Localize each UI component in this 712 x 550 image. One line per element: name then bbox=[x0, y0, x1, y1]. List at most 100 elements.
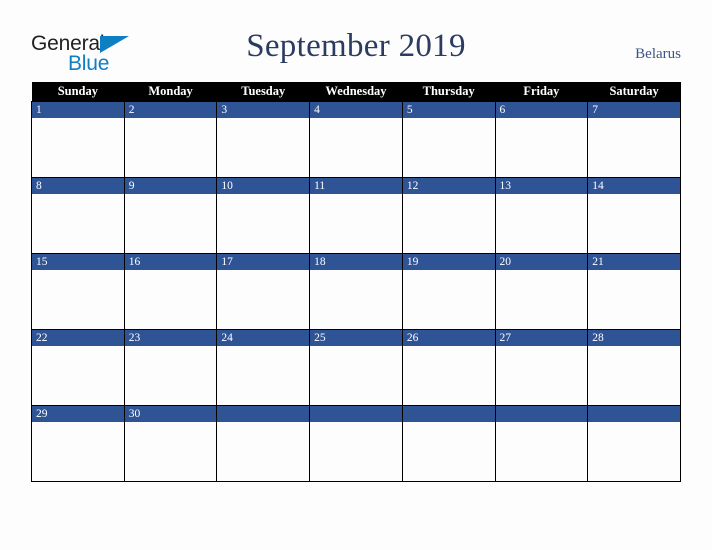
calendar-day-cell[interactable]: 28 bbox=[587, 329, 681, 406]
day-notes-area[interactable] bbox=[496, 422, 588, 481]
day-notes-area[interactable] bbox=[310, 346, 402, 405]
calendar-day-cell[interactable]: 3 bbox=[216, 101, 311, 178]
day-notes-area[interactable] bbox=[588, 422, 680, 481]
calendar-day-cell[interactable]: 18 bbox=[309, 253, 403, 330]
day-notes-area[interactable] bbox=[217, 118, 309, 177]
weekday-header-sunday: Sunday bbox=[31, 82, 125, 102]
day-notes-area[interactable] bbox=[403, 118, 495, 177]
day-number: 1 bbox=[32, 102, 124, 118]
day-notes-area[interactable] bbox=[32, 422, 124, 481]
calendar-day-cell[interactable]: 9 bbox=[123, 177, 218, 254]
day-number: 19 bbox=[402, 254, 495, 270]
calendar-day-cell[interactable]: 21 bbox=[587, 253, 681, 330]
page-title: September 2019 bbox=[246, 28, 466, 64]
calendar-day-cell[interactable]: 12 bbox=[401, 177, 496, 254]
day-notes-area[interactable] bbox=[217, 422, 309, 481]
day-number: 15 bbox=[32, 254, 124, 270]
day-notes-area[interactable] bbox=[32, 270, 124, 329]
calendar-day-cell-empty[interactable] bbox=[216, 405, 311, 482]
day-notes-area[interactable] bbox=[217, 194, 309, 253]
day-notes-area[interactable] bbox=[403, 422, 495, 481]
day-notes-area[interactable] bbox=[496, 194, 588, 253]
day-notes-area[interactable] bbox=[310, 270, 402, 329]
day-number: 22 bbox=[32, 330, 124, 346]
day-number: 18 bbox=[310, 254, 402, 270]
calendar-day-cell[interactable]: 17 bbox=[216, 253, 311, 330]
calendar-day-cell[interactable]: 11 bbox=[309, 177, 403, 254]
day-number: 30 bbox=[124, 406, 217, 422]
day-notes-area[interactable] bbox=[217, 270, 309, 329]
calendar-day-cell[interactable]: 1 bbox=[31, 101, 125, 178]
calendar-day-cell[interactable]: 30 bbox=[123, 405, 218, 482]
calendar-day-cell[interactable]: 27 bbox=[494, 329, 589, 406]
day-notes-area[interactable] bbox=[588, 346, 680, 405]
day-number bbox=[402, 406, 495, 422]
day-notes-area[interactable] bbox=[32, 194, 124, 253]
calendar-day-cell[interactable]: 25 bbox=[309, 329, 403, 406]
calendar-day-cell[interactable]: 23 bbox=[123, 329, 218, 406]
day-notes-area[interactable] bbox=[125, 270, 217, 329]
day-number: 10 bbox=[217, 178, 310, 194]
day-notes-area[interactable] bbox=[496, 346, 588, 405]
weekday-header-wednesday: Wednesday bbox=[309, 82, 403, 102]
calendar-day-cell[interactable]: 19 bbox=[401, 253, 496, 330]
country-label: Belarus bbox=[635, 46, 681, 62]
calendar-day-cell-empty[interactable] bbox=[587, 405, 681, 482]
calendar-day-cell[interactable]: 10 bbox=[216, 177, 311, 254]
calendar-day-cell-empty[interactable] bbox=[309, 405, 403, 482]
day-notes-area[interactable] bbox=[588, 118, 680, 177]
day-number: 20 bbox=[495, 254, 588, 270]
calendar-day-cell[interactable]: 8 bbox=[31, 177, 125, 254]
calendar-day-cell[interactable]: 13 bbox=[494, 177, 589, 254]
day-number bbox=[588, 406, 680, 422]
weekday-header-tuesday: Tuesday bbox=[216, 82, 310, 102]
calendar-day-cell[interactable]: 7 bbox=[587, 101, 681, 178]
day-number: 13 bbox=[495, 178, 588, 194]
calendar-day-cell[interactable]: 15 bbox=[31, 253, 125, 330]
calendar-day-cell[interactable]: 6 bbox=[494, 101, 589, 178]
calendar-day-cell[interactable]: 26 bbox=[401, 329, 496, 406]
day-notes-area[interactable] bbox=[125, 422, 217, 481]
calendar-day-cell[interactable]: 5 bbox=[401, 101, 496, 178]
day-notes-area[interactable] bbox=[403, 194, 495, 253]
day-number: 21 bbox=[588, 254, 680, 270]
calendar-day-cell-empty[interactable] bbox=[401, 405, 496, 482]
day-number: 3 bbox=[217, 102, 310, 118]
day-notes-area[interactable] bbox=[588, 194, 680, 253]
day-notes-area[interactable] bbox=[125, 346, 217, 405]
calendar-day-cell[interactable]: 29 bbox=[31, 405, 125, 482]
day-number: 5 bbox=[402, 102, 495, 118]
day-notes-area[interactable] bbox=[217, 346, 309, 405]
calendar-day-cell[interactable]: 24 bbox=[216, 329, 311, 406]
day-number: 16 bbox=[124, 254, 217, 270]
day-notes-area[interactable] bbox=[310, 194, 402, 253]
day-notes-area[interactable] bbox=[310, 118, 402, 177]
calendar-week-row: 15 16 17 18 19 20 21 bbox=[31, 253, 681, 330]
day-notes-area[interactable] bbox=[496, 270, 588, 329]
calendar-day-cell[interactable]: 22 bbox=[31, 329, 125, 406]
calendar-header-row: Sunday Monday Tuesday Wednesday Thursday… bbox=[31, 82, 681, 102]
calendar-day-cell[interactable]: 20 bbox=[494, 253, 589, 330]
day-number bbox=[217, 406, 310, 422]
day-notes-area[interactable] bbox=[32, 118, 124, 177]
calendar-week-row: 8 9 10 11 12 13 14 bbox=[31, 177, 681, 254]
day-notes-area[interactable] bbox=[588, 270, 680, 329]
calendar-day-cell[interactable]: 2 bbox=[123, 101, 218, 178]
calendar-day-cell[interactable]: 16 bbox=[123, 253, 218, 330]
day-notes-area[interactable] bbox=[125, 194, 217, 253]
day-notes-area[interactable] bbox=[403, 346, 495, 405]
day-notes-area[interactable] bbox=[32, 346, 124, 405]
calendar-grid: Sunday Monday Tuesday Wednesday Thursday… bbox=[31, 82, 681, 482]
calendar-day-cell-empty[interactable] bbox=[494, 405, 589, 482]
calendar-week-row: 1 2 3 4 5 6 7 bbox=[31, 101, 681, 178]
day-notes-area[interactable] bbox=[310, 422, 402, 481]
calendar-day-cell[interactable]: 14 bbox=[587, 177, 681, 254]
day-notes-area[interactable] bbox=[125, 118, 217, 177]
weekday-header-friday: Friday bbox=[495, 82, 588, 102]
day-notes-area[interactable] bbox=[403, 270, 495, 329]
day-notes-area[interactable] bbox=[496, 118, 588, 177]
calendar-day-cell[interactable]: 4 bbox=[309, 101, 403, 178]
day-number: 23 bbox=[124, 330, 217, 346]
weekday-header-thursday: Thursday bbox=[402, 82, 496, 102]
day-number: 12 bbox=[402, 178, 495, 194]
